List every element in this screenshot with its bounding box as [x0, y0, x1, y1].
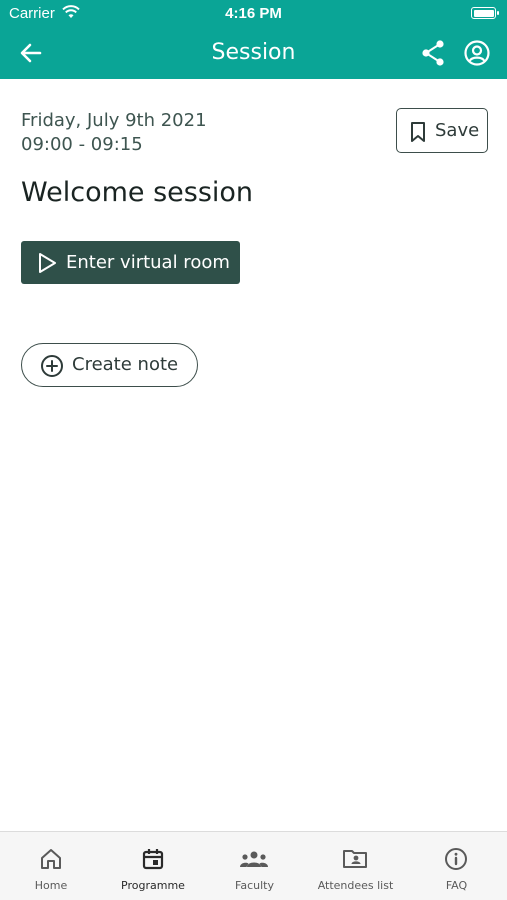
save-button-label: Save — [435, 120, 480, 141]
session-date: Friday, July 9th 2021 — [21, 110, 207, 131]
create-note-label: Create note — [72, 354, 179, 375]
session-time: 09:00 - 09:15 — [21, 134, 143, 155]
add-circle-icon — [41, 355, 63, 377]
tab-attendees-list-label: Attendees list — [317, 879, 394, 892]
tab-faq-label: FAQ — [445, 879, 468, 892]
tab-faculty[interactable]: Faculty — [204, 832, 305, 900]
tab-programme[interactable]: Programme — [102, 832, 204, 900]
play-icon — [39, 253, 56, 273]
info-icon — [445, 848, 467, 870]
status-bar: Carrier 4:16 PM — [0, 0, 507, 28]
group-icon — [240, 851, 268, 867]
tab-attendees-list[interactable]: Attendees list — [305, 832, 406, 900]
session-title: Welcome session — [21, 177, 254, 208]
share-icon[interactable] — [420, 39, 446, 67]
home-icon — [41, 849, 61, 869]
save-button[interactable]: Save — [396, 108, 488, 153]
tab-home-label: Home — [34, 879, 68, 892]
bottom-tab-bar: Home Programme Faculty Attendees list FA… — [0, 831, 507, 900]
bookmark-icon — [411, 122, 425, 142]
tab-home[interactable]: Home — [0, 832, 102, 900]
account-circle-icon[interactable] — [463, 39, 491, 67]
app-header: Carrier 4:16 PM Session — [0, 0, 507, 79]
enter-virtual-room-button[interactable]: Enter virtual room — [21, 241, 240, 284]
nav-bar: Session — [0, 28, 507, 79]
calendar-icon — [142, 849, 164, 870]
tab-programme-label: Programme — [121, 879, 185, 892]
tab-faq[interactable]: FAQ — [406, 832, 507, 900]
tab-faculty-label: Faculty — [235, 879, 274, 892]
battery-icon — [471, 7, 499, 19]
create-note-button[interactable]: Create note — [21, 343, 198, 387]
status-time: 4:16 PM — [225, 5, 282, 22]
contacts-folder-icon — [343, 850, 367, 868]
enter-virtual-room-label: Enter virtual room — [66, 252, 230, 273]
